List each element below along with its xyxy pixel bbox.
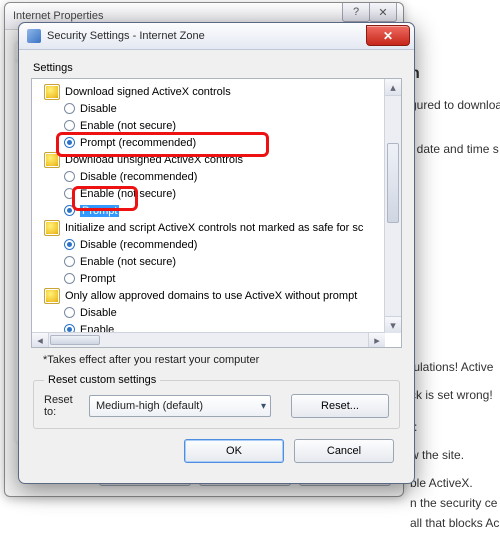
activex-icon <box>44 152 60 168</box>
tree-option[interactable]: Enable (not secure) <box>64 117 383 134</box>
close-button[interactable]: ✕ <box>369 3 397 22</box>
option-label: Prompt <box>80 273 115 285</box>
radio-icon[interactable] <box>64 307 75 318</box>
category-label: Download signed ActiveX controls <box>65 86 231 98</box>
hscroll-thumb[interactable] <box>50 335 100 345</box>
security-settings-titlebar[interactable]: Security Settings - Internet Zone ✕ <box>19 23 414 50</box>
tree-category[interactable]: Download unsigned ActiveX controls <box>44 151 383 168</box>
tree-option[interactable]: Prompt <box>64 270 383 287</box>
tree-option[interactable]: Disable (recommended) <box>64 168 383 185</box>
tree-option[interactable]: Enable (not secure) <box>64 253 383 270</box>
radio-icon[interactable] <box>64 137 75 148</box>
help-button[interactable]: ? <box>342 3 370 22</box>
ok-button[interactable]: OK <box>184 439 284 463</box>
option-label: Prompt <box>80 205 119 217</box>
tree-option[interactable]: Enable (not secure) <box>64 185 383 202</box>
scroll-right-icon[interactable]: ▸ <box>368 333 385 347</box>
radio-icon[interactable] <box>64 205 75 216</box>
security-settings-dialog: Security Settings - Internet Zone ✕ Sett… <box>18 22 415 484</box>
settings-tree: Download signed ActiveX controls Disable E… <box>31 78 402 348</box>
option-label: Enable (not secure) <box>80 188 176 200</box>
radio-icon[interactable] <box>64 273 75 284</box>
option-label: Enable (not secure) <box>80 120 176 132</box>
vertical-scrollbar[interactable]: ▴ ▾ <box>384 79 401 333</box>
reset-group-label: Reset custom settings <box>44 374 160 386</box>
option-label: Disable (recommended) <box>80 239 197 251</box>
tree-option[interactable]: Disable <box>64 100 383 117</box>
option-label: Enable (not secure) <box>80 256 176 268</box>
radio-icon[interactable] <box>64 239 75 250</box>
radio-icon[interactable] <box>64 256 75 267</box>
reset-button[interactable]: Reset... <box>291 394 389 418</box>
activex-icon <box>44 84 60 100</box>
cancel-button[interactable]: Cancel <box>294 439 394 463</box>
reset-to-label: Reset to: <box>44 394 79 418</box>
option-label: Disable <box>80 103 117 115</box>
tree-option[interactable]: Disable <box>64 304 383 321</box>
tree-option[interactable]: Disable (recommended) <box>64 236 383 253</box>
close-button[interactable]: ✕ <box>366 25 410 46</box>
scroll-down-icon[interactable]: ▾ <box>385 316 401 333</box>
option-label: Disable (recommended) <box>80 171 197 183</box>
radio-icon[interactable] <box>64 171 75 182</box>
chevron-down-icon: ▾ <box>261 401 266 412</box>
window-title: Internet Properties <box>13 10 104 22</box>
reset-level-value: Medium-high (default) <box>96 400 203 412</box>
tree-option[interactable]: Prompt (recommended) <box>64 134 383 151</box>
tree-category[interactable]: Only allow approved domains to use Activ… <box>44 287 383 304</box>
background-article: n gured to downloa t date and time s tul… <box>410 30 500 534</box>
settings-tree-inner[interactable]: Download signed ActiveX controls Disable E… <box>32 79 385 333</box>
dialog-icon <box>27 29 41 43</box>
tree-option[interactable]: Prompt <box>64 202 383 219</box>
category-label: Download unsigned ActiveX controls <box>65 154 243 166</box>
horizontal-scrollbar[interactable]: ◂ ▸ <box>32 332 385 347</box>
category-label: Initialize and script ActiveX controls n… <box>65 222 363 234</box>
dialog-title: Security Settings - Internet Zone <box>47 30 205 42</box>
scroll-up-icon[interactable]: ▴ <box>385 79 401 96</box>
option-label: Disable <box>80 307 117 319</box>
activex-icon <box>44 288 60 304</box>
settings-label: Settings <box>33 62 402 74</box>
reset-group: Reset custom settings Reset to: Medium-h… <box>33 374 400 429</box>
tree-category[interactable]: Download signed ActiveX controls <box>44 83 383 100</box>
radio-icon[interactable] <box>64 188 75 199</box>
scroll-thumb[interactable] <box>387 143 399 223</box>
activex-icon <box>44 220 60 236</box>
option-label: Prompt (recommended) <box>80 137 196 149</box>
category-label: Only allow approved domains to use Activ… <box>65 290 357 302</box>
restart-note: *Takes effect after you restart your com… <box>43 354 398 366</box>
radio-icon[interactable] <box>64 120 75 131</box>
scroll-left-icon[interactable]: ◂ <box>32 333 49 347</box>
reset-level-select[interactable]: Medium-high (default) ▾ <box>89 395 271 417</box>
tree-category[interactable]: Initialize and script ActiveX controls n… <box>44 219 383 236</box>
radio-icon[interactable] <box>64 103 75 114</box>
